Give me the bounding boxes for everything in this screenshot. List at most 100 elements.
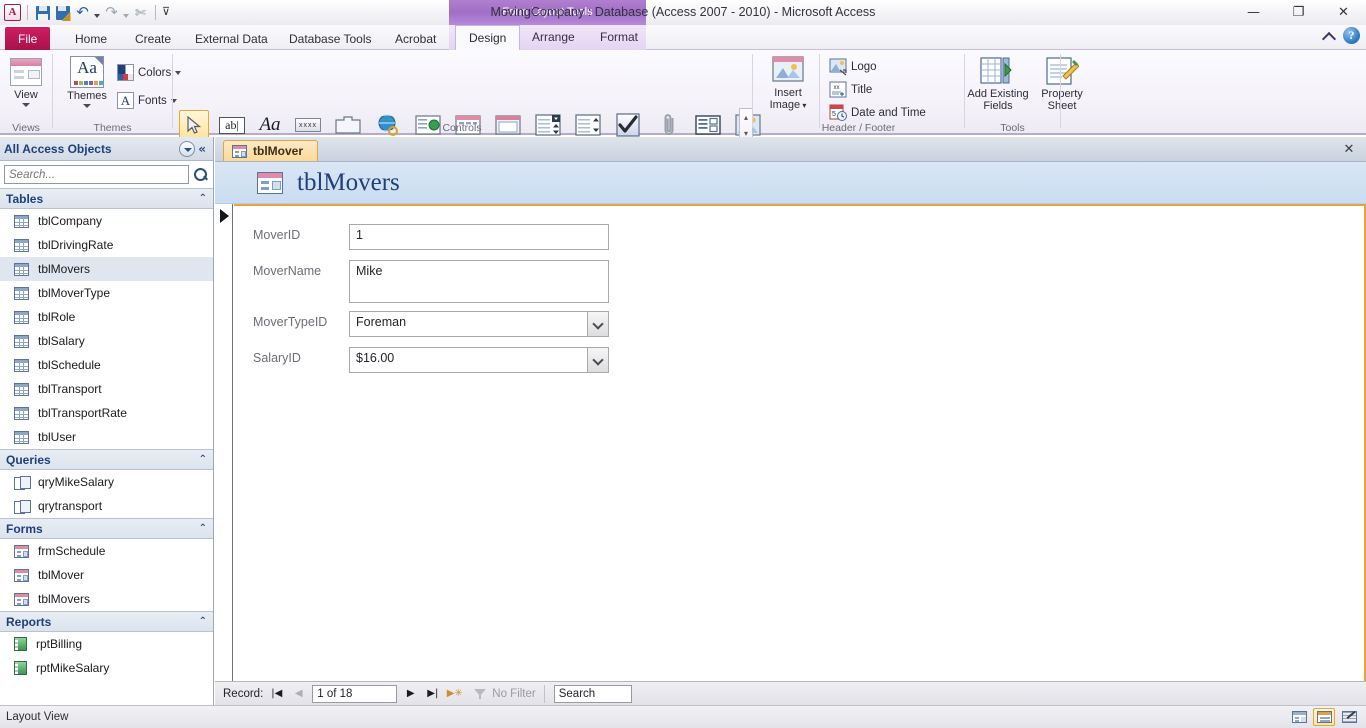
access-logo-icon[interactable]: A (4, 4, 21, 21)
insert-image-button[interactable]: Insert Image ▾ (761, 56, 815, 112)
field-label-SalaryID[interactable]: SalaryID (253, 347, 349, 365)
nav-item-tblMoverType[interactable]: tblMoverType (0, 281, 213, 305)
nav-item-qryMikeSalary[interactable]: qryMikeSalary (0, 470, 213, 494)
save-icon[interactable] (34, 4, 51, 21)
collapse-ribbon-icon[interactable] (1323, 30, 1335, 42)
nav-item-label: rptMikeSalary (36, 661, 110, 675)
tab-create[interactable]: Create (122, 27, 184, 52)
next-record-button[interactable]: ▶ (402, 685, 419, 702)
search-input[interactable] (4, 165, 189, 184)
logo-button[interactable]: Logo (829, 58, 877, 76)
field-input-SalaryID[interactable]: $16.00 (349, 347, 609, 373)
nav-item-tblSalary[interactable]: tblSalary (0, 329, 213, 353)
tab-design[interactable]: Design (455, 25, 521, 50)
themes-dropdown-icon[interactable] (83, 104, 91, 108)
record-position-box[interactable]: 1 of 18 (312, 684, 398, 703)
filter-status[interactable]: No Filter (474, 684, 545, 703)
nav-item-tblMovers[interactable]: tblMovers (0, 257, 213, 281)
tab-acrobat[interactable]: Acrobat (382, 27, 449, 52)
field-label-MoverTypeID[interactable]: MoverTypeID (253, 311, 349, 329)
form-view-button[interactable] (1288, 708, 1310, 726)
redo-icon[interactable]: ↷ (103, 4, 120, 21)
document-tab-tblmover[interactable]: tblMover (223, 140, 319, 161)
property-sheet-label: Property Sheet (1041, 88, 1083, 112)
nav-item-tblTransport[interactable]: tblTransport (0, 377, 213, 401)
close-window-button[interactable]: ✕ (1321, 0, 1366, 25)
nav-group-collapse-icon[interactable]: ⌃ (199, 616, 207, 627)
field-input-MoverName[interactable]: Mike (349, 260, 609, 303)
help-button[interactable]: ? (1343, 27, 1360, 44)
redo-dropdown-icon[interactable] (123, 14, 129, 18)
nav-group-header-tables[interactable]: Tables ⌃ (0, 188, 213, 209)
window-title: MovingCompany : Database (Access 2007 - … (490, 5, 876, 19)
combo-dropdown-button-MoverTypeID[interactable] (587, 311, 609, 337)
customize-toolbar-icon[interactable]: ⊽ (162, 4, 170, 21)
nav-item-tblSchedule[interactable]: tblSchedule (0, 353, 213, 377)
nav-item-qrytransport[interactable]: qrytransport (0, 494, 213, 518)
nav-group-collapse-icon[interactable]: ⌃ (199, 523, 207, 534)
cut-icon[interactable]: ✄ (132, 4, 149, 21)
nav-item-tblMovers[interactable]: tblMovers (0, 587, 213, 611)
nav-item-tblDrivingRate[interactable]: tblDrivingRate (0, 233, 213, 257)
layout-view-button[interactable] (1313, 708, 1335, 726)
undo-dropdown-icon[interactable] (94, 14, 100, 18)
form-detail-section[interactable]: MoverID 1 MoverName Mike MoverTypeID Foreman S… (234, 204, 1366, 685)
close-document-button[interactable]: ✕ (1334, 139, 1364, 160)
first-record-button[interactable]: |◀ (268, 685, 285, 702)
save-as-icon[interactable] (54, 4, 71, 21)
nav-item-tblRole[interactable]: tblRole (0, 305, 213, 329)
nav-item-tblCompany[interactable]: tblCompany (0, 209, 213, 233)
search-icon[interactable] (193, 167, 209, 183)
date-time-icon: 5 (829, 104, 847, 121)
undo-icon[interactable]: ↶ (74, 4, 91, 21)
nav-item-label: tblRole (38, 310, 76, 324)
nav-group-collapse-icon[interactable]: ⌃ (199, 193, 207, 204)
design-view-button[interactable] (1338, 708, 1360, 726)
tab-arrange[interactable]: Arrange (519, 25, 588, 50)
nav-item-tblMover[interactable]: tblMover (0, 563, 213, 587)
tab-format[interactable]: Format (587, 25, 651, 50)
nav-item-rptBilling[interactable]: rptBilling (0, 632, 213, 656)
date-and-time-button[interactable]: 5 Date and Time (829, 104, 926, 122)
view-button[interactable]: View (6, 58, 46, 107)
add-existing-fields-button[interactable]: Add Existing Fields (960, 56, 1036, 112)
tab-file[interactable]: File (5, 27, 51, 52)
collapse-navigation-pane-icon[interactable]: « (195, 142, 209, 156)
tab-database-tools[interactable]: Database Tools (276, 27, 385, 52)
field-label-MoverName[interactable]: MoverName (253, 260, 349, 278)
combo-dropdown-button-SalaryID[interactable] (587, 347, 609, 373)
navigation-pane-dropdown-icon[interactable] (179, 140, 196, 157)
ribbon-group-tools: Add Existing Fields Property Sheet Tools (965, 50, 1083, 135)
field-label-MoverID[interactable]: MoverID (253, 224, 349, 242)
minimize-button[interactable]: — (1231, 0, 1276, 25)
view-dropdown-icon[interactable] (22, 103, 30, 107)
navigation-object-list[interactable]: Tables ⌃ tblCompany tblDrivingRate tblMovers… (0, 188, 213, 703)
ribbon-help-zone: ? (1323, 27, 1360, 44)
themes-button[interactable]: Aa Themes (61, 56, 113, 108)
tab-external-data[interactable]: External Data (182, 27, 281, 52)
record-search-input[interactable]: Search (553, 684, 632, 703)
nav-group-header-queries[interactable]: Queries ⌃ (0, 449, 213, 470)
previous-record-button[interactable]: ◀ (290, 685, 307, 702)
field-input-MoverTypeID[interactable]: Foreman (349, 311, 609, 337)
nav-group-header-forms[interactable]: Forms ⌃ (0, 518, 213, 539)
nav-item-frmSchedule[interactable]: frmSchedule (0, 539, 213, 563)
nav-group-collapse-icon[interactable]: ⌃ (199, 454, 207, 465)
record-selector[interactable] (215, 204, 233, 685)
navigation-search-row (0, 161, 213, 188)
field-input-MoverID[interactable]: 1 (349, 224, 609, 250)
nav-item-tblTransportRate[interactable]: tblTransportRate (0, 401, 213, 425)
nav-item-label: rptBilling (36, 637, 83, 651)
tab-home[interactable]: Home (62, 27, 120, 52)
last-record-button[interactable]: ▶| (424, 685, 441, 702)
group-separator-5 (1060, 54, 1061, 128)
title-button[interactable]: xx Title (829, 81, 872, 99)
new-record-button[interactable]: ▶✳ (446, 685, 463, 702)
nav-group-header-reports[interactable]: Reports ⌃ (0, 611, 213, 632)
add-existing-fields-label: Add Existing Fields (967, 88, 1029, 112)
restore-button[interactable]: ❐ (1276, 0, 1321, 25)
nav-item-rptMikeSalary[interactable]: rptMikeSalary (0, 656, 213, 680)
property-sheet-button[interactable]: Property Sheet (1031, 56, 1093, 112)
fonts-button[interactable]: A Fonts (117, 92, 177, 109)
nav-item-tblUser[interactable]: tblUser (0, 425, 213, 449)
